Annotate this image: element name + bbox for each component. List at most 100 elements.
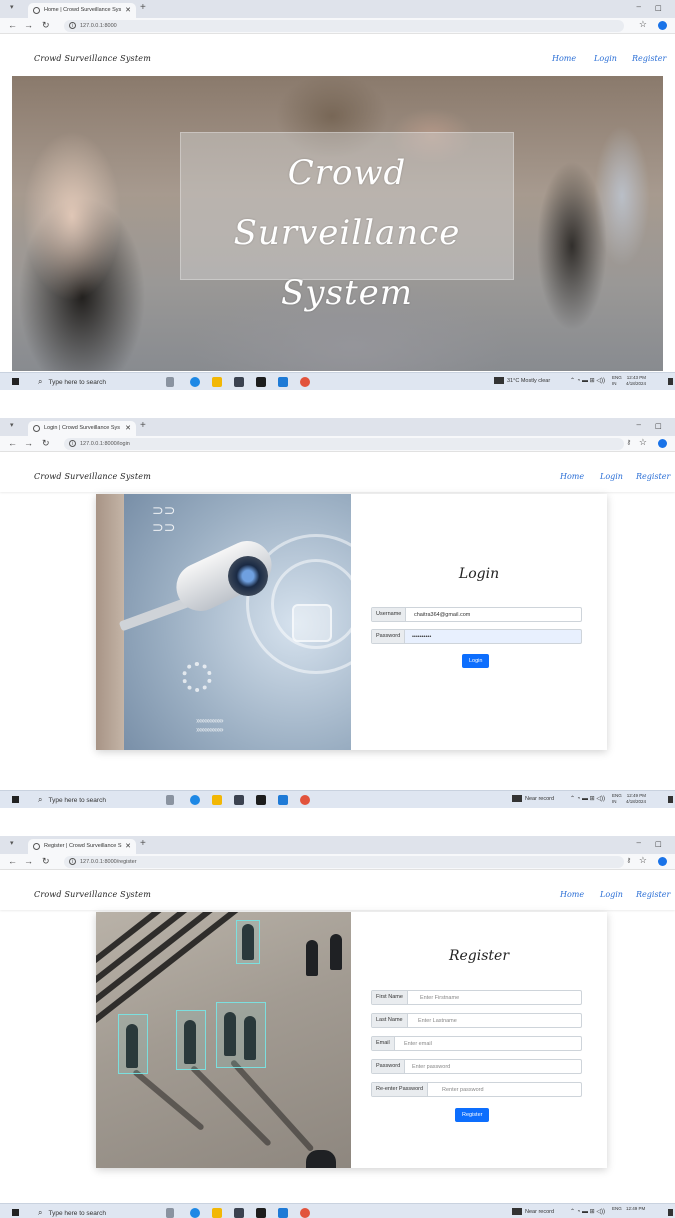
browser-tab[interactable]: Login | Crowd Surveillance Sys ✕ (28, 421, 136, 436)
url-field[interactable]: i 127.0.0.1:8000/login (64, 438, 624, 450)
last-name-input[interactable] (414, 1014, 580, 1027)
nav-register-link[interactable]: Register (636, 472, 670, 481)
brand-link[interactable]: Crowd Surveillance System (34, 472, 151, 481)
mail-icon[interactable] (234, 377, 244, 387)
brand-link[interactable]: Crowd Surveillance System (34, 54, 151, 63)
browser-tab[interactable]: Home | Crowd Surveillance Sys ✕ (28, 3, 136, 18)
reenter-password-input[interactable] (438, 1083, 580, 1096)
maximize-icon[interactable]: □ (656, 421, 661, 431)
close-icon[interactable]: ✕ (125, 421, 131, 436)
forward-icon[interactable]: → (24, 20, 33, 30)
new-tab-icon[interactable]: + (140, 420, 146, 431)
notification-icon[interactable] (668, 796, 673, 803)
taskbar-search[interactable]: ⌕ Type here to search (38, 794, 106, 806)
file-explorer-icon[interactable] (212, 377, 222, 387)
taskbar-search[interactable]: ⌕ Type here to search (38, 376, 106, 388)
browser-tab[interactable]: Register | Crowd Surveillance S ✕ (28, 839, 136, 854)
minimize-icon[interactable]: – (637, 420, 641, 429)
windows-start-icon[interactable] (12, 796, 19, 803)
back-icon[interactable]: ← (8, 856, 17, 866)
tab-search-icon[interactable]: ▾ (10, 3, 14, 11)
terminal-icon[interactable] (256, 377, 266, 387)
back-icon[interactable]: ← (8, 438, 17, 448)
edge-icon[interactable] (190, 795, 200, 805)
terminal-icon[interactable] (256, 1208, 266, 1218)
url-field[interactable]: i 127.0.0.1:8000/register (64, 856, 624, 868)
system-tray[interactable]: ⌃ ◔ ▬ ⊞ ◁)) (570, 795, 605, 802)
system-tray[interactable]: ⌃ ◔ ▬ ⊞ ◁)) (570, 377, 605, 384)
mail-icon[interactable] (234, 1208, 244, 1218)
task-view-icon[interactable] (166, 1208, 174, 1218)
notification-icon[interactable] (668, 378, 673, 385)
clock[interactable]: 12:49 PM 4/18/2024 (626, 793, 646, 805)
forward-icon[interactable]: → (24, 856, 33, 866)
windows-start-icon[interactable] (12, 1209, 19, 1216)
terminal-icon[interactable] (256, 795, 266, 805)
maximize-icon[interactable]: □ (656, 839, 661, 849)
first-name-input[interactable] (416, 991, 580, 1004)
nav-login-link[interactable]: Login (600, 890, 623, 899)
info-icon[interactable]: i (69, 440, 76, 447)
bookmark-star-icon[interactable]: ☆ (639, 437, 647, 448)
reload-icon[interactable]: ↻ (42, 856, 50, 867)
url-field[interactable]: i 127.0.0.1:8000 (64, 20, 624, 32)
clock[interactable]: 12:43 PM 4/18/2024 (626, 375, 646, 387)
taskbar-search[interactable]: ⌕ Type here to search (38, 1207, 106, 1218)
close-icon[interactable]: ✕ (125, 839, 131, 854)
weather-widget[interactable]: Near record (512, 795, 554, 802)
language-indicator[interactable]: ENG (612, 1206, 622, 1212)
mail-icon[interactable] (234, 795, 244, 805)
file-explorer-icon[interactable] (212, 795, 222, 805)
weather-widget[interactable]: Near record (512, 1208, 554, 1215)
chrome-icon[interactable] (300, 795, 310, 805)
chrome-icon[interactable] (300, 1208, 310, 1218)
bookmark-star-icon[interactable]: ☆ (639, 19, 647, 30)
system-tray[interactable]: ⌃ ◔ ▬ ⊞ ◁)) (570, 1208, 605, 1215)
tab-search-icon[interactable]: ▾ (10, 421, 14, 429)
weather-widget[interactable]: 31°C Mostly clear (494, 377, 550, 384)
close-icon[interactable]: ✕ (125, 3, 131, 18)
minimize-icon[interactable]: – (637, 2, 641, 11)
vscode-icon[interactable] (278, 377, 288, 387)
forward-icon[interactable]: → (24, 438, 33, 448)
file-explorer-icon[interactable] (212, 1208, 222, 1218)
minimize-icon[interactable]: – (637, 838, 641, 847)
nav-home-link[interactable]: Home (560, 472, 584, 481)
clock[interactable]: 12:49 PM (626, 1206, 645, 1212)
windows-start-icon[interactable] (12, 378, 19, 385)
nav-login-link[interactable]: Login (594, 54, 617, 63)
nav-register-link[interactable]: Register (632, 54, 666, 63)
maximize-icon[interactable]: □ (656, 3, 661, 13)
edge-icon[interactable] (190, 1208, 200, 1218)
back-icon[interactable]: ← (8, 20, 17, 30)
vscode-icon[interactable] (278, 795, 288, 805)
new-tab-icon[interactable]: + (140, 2, 146, 13)
nav-home-link[interactable]: Home (560, 890, 584, 899)
username-input[interactable] (410, 608, 580, 621)
profile-avatar[interactable] (658, 439, 667, 448)
reload-icon[interactable]: ↻ (42, 20, 50, 31)
email-input[interactable] (400, 1037, 580, 1050)
bookmark-star-icon[interactable]: ☆ (639, 855, 647, 866)
reload-icon[interactable]: ↻ (42, 438, 50, 449)
brand-link[interactable]: Crowd Surveillance System (34, 890, 151, 899)
password-key-icon[interactable]: ⚷ (627, 439, 631, 446)
profile-avatar[interactable] (658, 21, 667, 30)
nav-home-link[interactable]: Home (552, 54, 576, 63)
vscode-icon[interactable] (278, 1208, 288, 1218)
profile-avatar[interactable] (658, 857, 667, 866)
password-input[interactable] (408, 630, 580, 643)
chrome-icon[interactable] (300, 377, 310, 387)
login-button[interactable]: Login (462, 654, 490, 668)
edge-icon[interactable] (190, 377, 200, 387)
notification-icon[interactable] (668, 1209, 673, 1216)
info-icon[interactable]: i (69, 858, 76, 865)
password-input[interactable] (408, 1060, 580, 1073)
language-indicator[interactable]: ENG IN (612, 793, 622, 805)
tab-search-icon[interactable]: ▾ (10, 839, 14, 847)
new-tab-icon[interactable]: + (140, 838, 146, 849)
register-button[interactable]: Register (455, 1108, 490, 1122)
task-view-icon[interactable] (166, 795, 174, 805)
task-view-icon[interactable] (166, 377, 174, 387)
info-icon[interactable]: i (69, 22, 76, 29)
